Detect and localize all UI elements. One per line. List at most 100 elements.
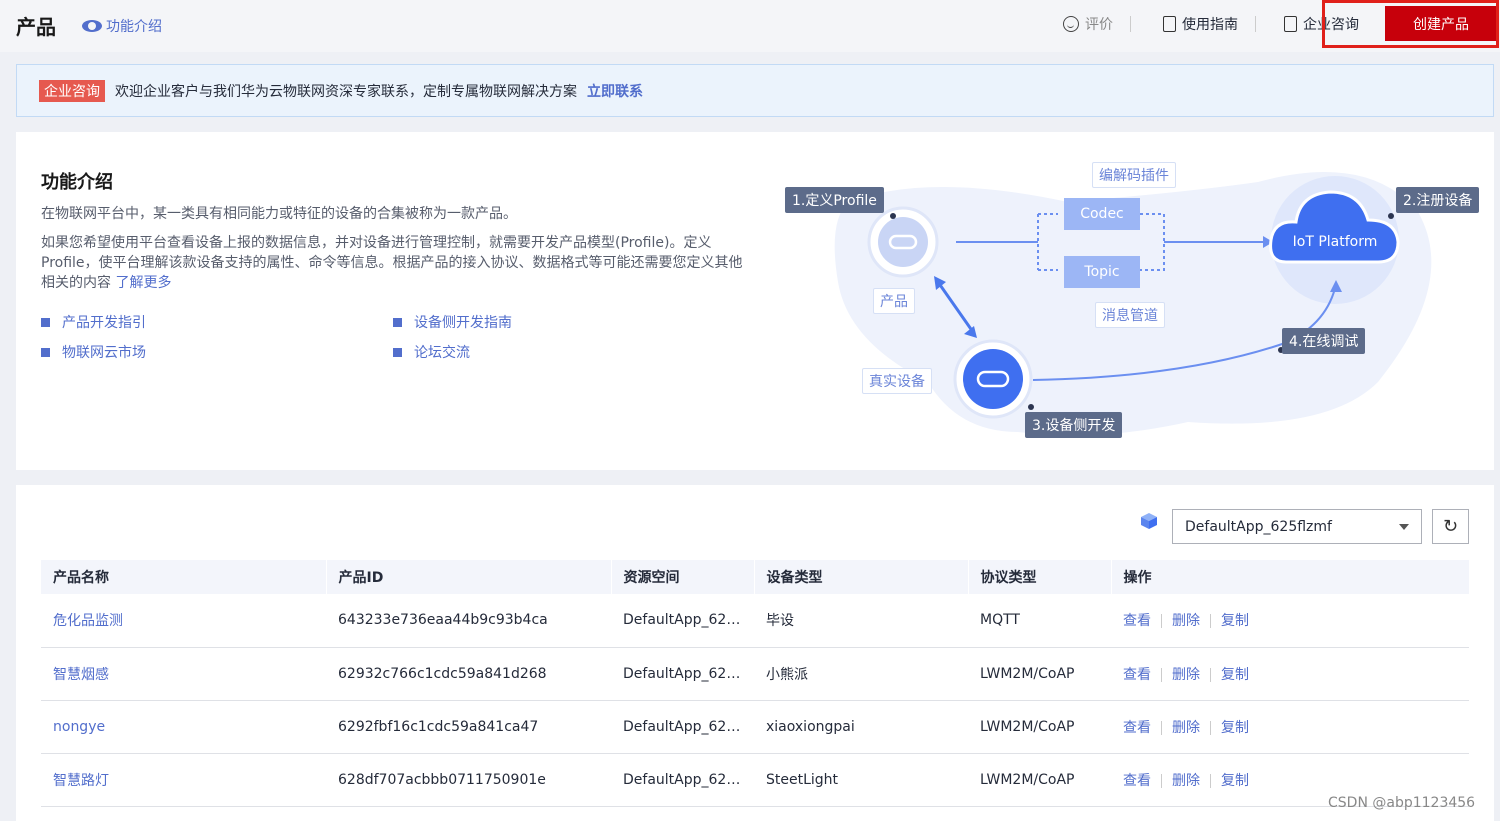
page-title: 产品 <box>16 15 56 39</box>
refresh-icon: ↻ <box>1442 516 1459 537</box>
step3-label: 3.设备侧开发 <box>1025 412 1123 438</box>
table-row: nongye 6292fbf16c1cdc59a841ca47 DefaultA… <box>41 700 1469 754</box>
feature-intro-card: 功能介绍 在物联网平台中，某一类具有相同能力或特征的设备的合集被称为一款产品。 … <box>16 132 1494 470</box>
consult-banner: 企业咨询 欢迎企业客户与我们华为云物联网资深专家联系，定制专属物联网解决方案 立… <box>16 64 1494 117</box>
divider <box>1161 667 1162 682</box>
row-actions: 查看 删除 复制 <box>1111 594 1469 648</box>
product-table: 产品名称 产品ID 资源空间 设备类型 协议类型 操作 危化品监测 643233… <box>41 560 1469 807</box>
view-button[interactable]: 查看 <box>1123 720 1151 736</box>
copy-button[interactable]: 复制 <box>1221 773 1249 789</box>
table-header-row: 产品名称 产品ID 资源空间 设备类型 协议类型 操作 <box>41 560 1469 594</box>
product-id: 62932c766c1cdc59a841d268 <box>326 647 611 701</box>
learn-more-link[interactable]: 了解更多 <box>115 275 171 291</box>
highlight-box <box>1322 0 1499 48</box>
watermark: CSDN @abp1123456 <box>1328 795 1476 811</box>
consult-icon <box>1284 16 1297 32</box>
user-guide-label: 使用指南 <box>1182 17 1238 33</box>
link-forum[interactable]: 论坛交流 <box>393 342 470 362</box>
resource-space: DefaultApp_62… <box>611 594 754 648</box>
divider <box>1161 720 1162 735</box>
bullet-icon <box>393 317 402 327</box>
view-button[interactable]: 查看 <box>1123 667 1151 683</box>
bullet-icon <box>41 317 50 327</box>
divider <box>1210 773 1211 788</box>
col-product-name: 产品名称 <box>41 560 326 594</box>
feature-intro-link[interactable]: 功能介绍 <box>82 16 162 36</box>
link-label: 论坛交流 <box>414 345 470 361</box>
divider <box>1210 614 1211 629</box>
eye-icon <box>82 20 102 32</box>
feature-intro-label: 功能介绍 <box>106 19 162 35</box>
step1-label: 1.定义Profile <box>785 187 884 213</box>
table-row: 智慧烟感 62932c766c1cdc59a841d268 DefaultApp… <box>41 647 1469 701</box>
device-type: SteetLight <box>754 753 968 807</box>
product-name-link[interactable]: 智慧路灯 <box>41 753 326 807</box>
product-id: 6292fbf16c1cdc59a841ca47 <box>326 700 611 754</box>
col-device-type: 设备类型 <box>753 560 968 594</box>
intro-title: 功能介绍 <box>41 172 113 193</box>
delete-button[interactable]: 删除 <box>1172 773 1200 789</box>
resource-space: DefaultApp_62… <box>611 753 754 807</box>
link-product-dev-guide[interactable]: 产品开发指引 <box>41 312 146 332</box>
protocol-type: LWM2M/CoAP <box>968 753 1111 807</box>
rate-button[interactable]: 评价 <box>1063 14 1131 34</box>
delete-button[interactable]: 删除 <box>1172 613 1200 629</box>
divider <box>1210 720 1211 735</box>
row-actions: 查看 删除 复制 <box>1111 700 1469 754</box>
resource-space: DefaultApp_62… <box>611 700 754 754</box>
intro-paragraph-1: 在物联网平台中，某一类具有相同能力或特征的设备的合集被称为一款产品。 <box>41 206 517 222</box>
contact-now-link[interactable]: 立即联系 <box>587 81 643 101</box>
copy-button[interactable]: 复制 <box>1221 720 1249 736</box>
link-label: 产品开发指引 <box>62 315 146 331</box>
intro-paragraph-2: 如果您希望使用平台查看设备上报的数据信息，并对设备进行管理控制，就需要开发产品模… <box>41 233 751 293</box>
app-select[interactable]: DefaultApp_625flzmf <box>1172 509 1422 544</box>
product-id: 628df707acbbb0711750901e <box>326 753 611 807</box>
refresh-button[interactable]: ↻ <box>1432 509 1469 544</box>
product-label: 产品 <box>873 288 915 314</box>
col-resource-space: 资源空间 <box>610 560 754 594</box>
product-id: 643233e736eaa44b9c93b4ca <box>326 594 611 648</box>
guide-icon <box>1163 16 1176 32</box>
msg-channel-label: 消息管道 <box>1095 302 1165 328</box>
delete-button[interactable]: 删除 <box>1172 720 1200 736</box>
step2-label: 2.注册设备 <box>1396 187 1480 213</box>
user-guide-button[interactable]: 使用指南 <box>1163 14 1256 34</box>
workflow-diagram: 1.定义Profile 2.注册设备 3.设备侧开发 4.在线调试 产品 真实设… <box>768 132 1494 470</box>
product-name-link[interactable]: 智慧烟感 <box>41 647 326 701</box>
top-header: 产品 功能介绍 评价 使用指南 企业咨询 创建产品 <box>0 0 1500 52</box>
row-actions: 查看 删除 复制 <box>1111 647 1469 701</box>
col-product-id: 产品ID <box>325 560 611 594</box>
protocol-type: LWM2M/CoAP <box>968 647 1111 701</box>
bullet-icon <box>393 347 402 357</box>
protocol-type: LWM2M/CoAP <box>968 700 1111 754</box>
device-type: xiaoxiongpai <box>754 700 968 754</box>
link-label: 设备侧开发指南 <box>414 315 512 331</box>
banner-text: 欢迎企业客户与我们华为云物联网资深专家联系，定制专属物联网解决方案 <box>115 83 577 100</box>
copy-button[interactable]: 复制 <box>1221 613 1249 629</box>
view-button[interactable]: 查看 <box>1123 773 1151 789</box>
link-iot-marketplace[interactable]: 物联网云市场 <box>41 342 146 362</box>
codec-node: Codec <box>1064 198 1140 230</box>
rate-label: 评价 <box>1085 17 1113 33</box>
divider <box>1161 614 1162 629</box>
divider <box>1161 773 1162 788</box>
table-row: 危化品监测 643233e736eaa44b9c93b4ca DefaultAp… <box>41 594 1469 648</box>
bullet-icon <box>41 347 50 357</box>
app-select-value: DefaultApp_625flzmf <box>1185 518 1332 535</box>
view-button[interactable]: 查看 <box>1123 613 1151 629</box>
divider <box>1130 16 1131 32</box>
copy-button[interactable]: 复制 <box>1221 667 1249 683</box>
smile-icon <box>1063 16 1079 32</box>
device-type: 小熊派 <box>754 647 968 701</box>
product-name-link[interactable]: 危化品监测 <box>41 594 326 648</box>
banner-tag: 企业咨询 <box>39 79 105 102</box>
iot-platform-node: IoT Platform <box>1292 234 1378 250</box>
codec-plugin-label: 编解码插件 <box>1092 162 1176 188</box>
delete-button[interactable]: 删除 <box>1172 667 1200 683</box>
col-protocol-type: 协议类型 <box>967 560 1111 594</box>
divider <box>1210 667 1211 682</box>
chevron-down-icon <box>1399 524 1409 530</box>
product-name-link[interactable]: nongye <box>41 700 326 754</box>
link-device-dev-guide[interactable]: 设备侧开发指南 <box>393 312 512 332</box>
col-actions: 操作 <box>1110 560 1469 594</box>
